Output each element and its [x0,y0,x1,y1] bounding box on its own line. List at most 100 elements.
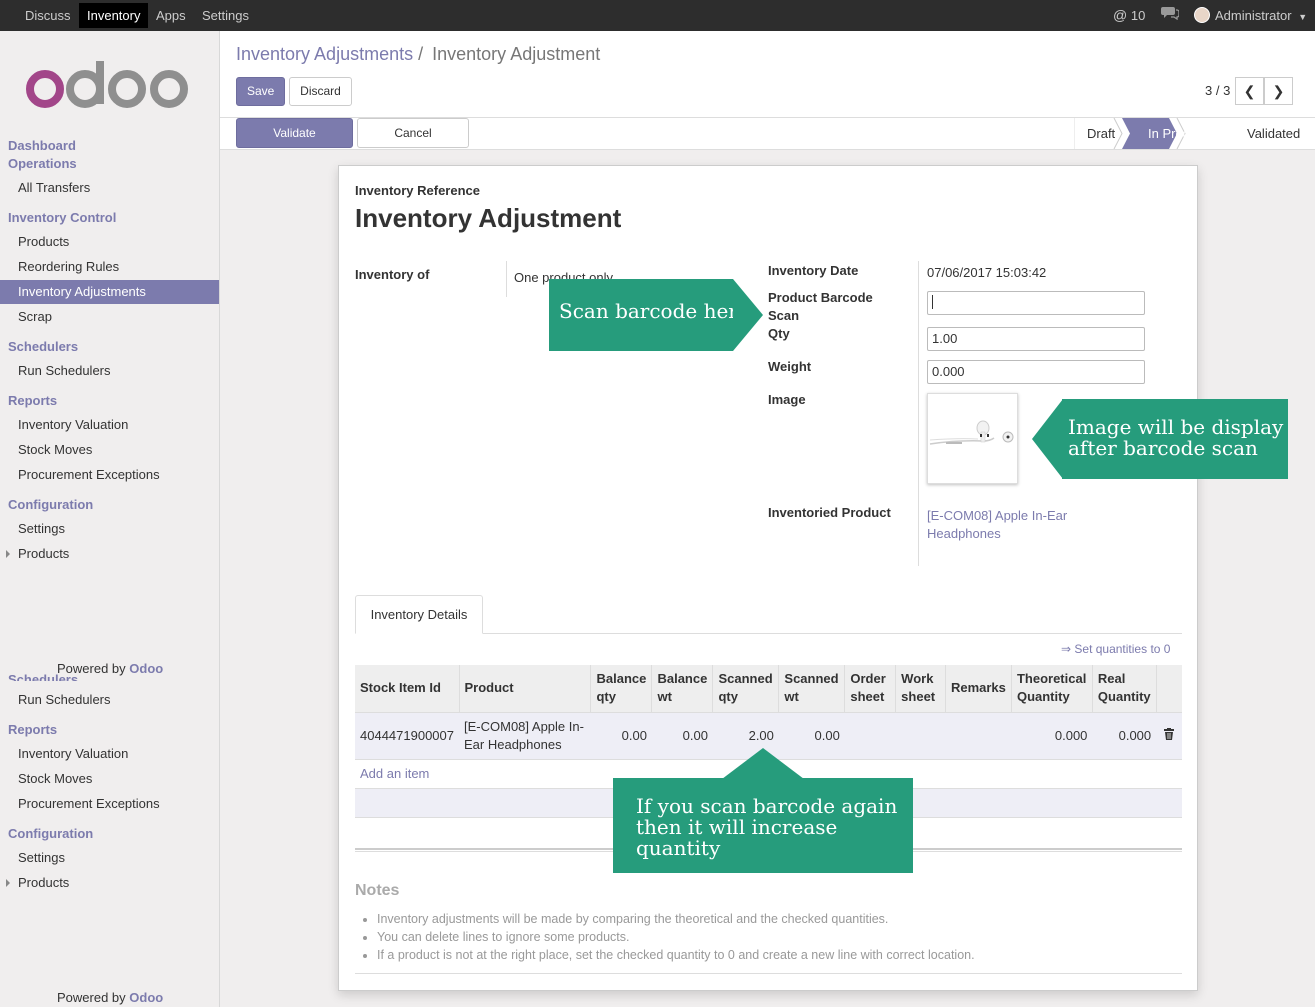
col-scanned-wt[interactable]: Scanned wt [778,665,845,712]
sidebar-item-settings-2[interactable]: Settings [0,846,219,870]
sidebar-item-config-products[interactable]: Products [0,542,219,566]
odoo-logo[interactable] [26,61,194,114]
caret-down-icon: ▼ [1298,12,1308,22]
menu-discuss[interactable]: Discuss [17,3,79,28]
cell-stock-item-id: 4044471900007 [355,711,459,759]
col-work-sheet[interactable]: Work sheet [895,665,946,712]
sidebar-heading-configuration-2: Configuration [8,826,94,841]
sidebar-item-settings[interactable]: Settings [0,517,219,541]
cancel-inventory-button[interactable]: Cancel Inventory [357,118,469,168]
sidebar-heading-configuration: Configuration [8,497,94,512]
add-item-link[interactable]: Add an item [360,766,429,781]
menu-settings[interactable]: Settings [194,3,257,28]
sidebar-heading-dashboard[interactable]: Dashboard [8,138,76,153]
notes-list: Inventory adjustments will be made by co… [377,910,975,964]
sidebar-item-inventory-valuation[interactable]: Inventory Valuation [0,413,219,437]
col-balance-wt[interactable]: Balance wt [651,665,713,712]
user-menu[interactable]: Administrator ▼ [1194,0,1307,31]
sidebar-item-run-schedulers-2[interactable]: Run Schedulers [0,688,219,712]
weight-input[interactable]: 0.000 [927,360,1145,384]
sidebar-heading-operations: Operations [8,156,77,171]
sidebar-item-stock-moves[interactable]: Stock Moves [0,438,219,462]
col-scanned-qty[interactable]: Scanned qty [712,665,779,712]
barcode-label: Product Barcode [768,290,873,305]
sidebar-item-stock-moves-2[interactable]: Stock Moves [0,767,219,791]
stage-validated[interactable]: Validated [1247,118,1300,149]
inventoried-product-link[interactable]: [E-COM08] Apple In-Ear Headphones [927,507,1067,543]
cell-theoretical-quantity: 0.000 [1011,711,1093,759]
col-real-quantity[interactable]: Real Quantity [1091,665,1157,712]
callout-arrow-right [733,279,763,351]
sidebar-heading-schedulers: Schedulers [8,339,79,354]
stage-in-progress[interactable]: In Progress [1148,118,1214,149]
sidebar-item-reordering-rules[interactable]: Reordering Rules [0,255,219,279]
chevron-left-icon: ❮ [1243,83,1256,99]
breadcrumb-separator: / [418,44,424,64]
sidebar-item-inventory-adjustments[interactable]: Inventory Adjustments [0,280,219,304]
at-icon: @ [1113,7,1128,23]
discard-button[interactable]: Discard [289,77,352,106]
qty-input[interactable]: 1.00 [927,327,1145,351]
statusbar: Validate Inventory Cancel Inventory Draf… [220,118,1315,168]
set-quantities-link[interactable]: ⇒ Set quantities to 0 [1061,642,1170,656]
callout-scan-again: If you scan barcode again then it will in… [613,778,913,873]
sidebar-item-procurement-exceptions[interactable]: Procurement Exceptions [0,463,219,487]
sidebar-item-scrap[interactable]: Scrap [0,305,219,329]
col-remarks[interactable]: Remarks [944,665,1012,712]
powered-brand[interactable]: Odoo [129,661,163,676]
divider [506,261,507,297]
sidebar-item-products[interactable]: Products [0,230,219,254]
col-order-sheet[interactable]: Order sheet [844,665,896,712]
sidebar-heading-inventory-control: Inventory Control [8,210,117,225]
control-panel: Inventory Adjustments / Inventory Adjust… [220,31,1315,118]
col-actions [1155,665,1182,712]
pager-previous-button[interactable]: ❮ [1235,77,1264,105]
callout-scan: Scan barcode here [549,279,750,351]
barcode-input[interactable] [927,291,1145,315]
pager-value: 3 / 3 [1205,83,1231,98]
delete-row-button[interactable] [1156,711,1182,759]
note-item: Inventory adjustments will be made by co… [377,910,975,928]
top-navbar: Discuss Inventory Apps Settings @ 10 Adm… [0,0,1315,31]
breadcrumb-parent[interactable]: Inventory Adjustments [236,44,413,64]
stage-draft[interactable]: Draft [1087,118,1115,149]
cell-real-quantity: 0.000 [1092,711,1157,759]
inventory-date-value[interactable]: 07/06/2017 15:03:42 [927,265,1046,280]
inventory-date-label: Inventory Date [768,263,859,278]
validate-inventory-button[interactable]: Validate Inventory [236,118,353,168]
col-theoretical-quantity[interactable]: Theoretical Quantity [1010,665,1093,712]
notes-heading: Notes [355,882,400,899]
sidebar-item-inventory-valuation-2[interactable]: Inventory Valuation [0,742,219,766]
caret-right-icon [6,879,10,887]
cell-balance-wt: 0.00 [651,711,713,759]
menu-apps[interactable]: Apps [148,3,194,28]
sidebar-item-all-transfers[interactable]: All Transfers [0,176,219,200]
powered-brand-2[interactable]: Odoo [129,990,163,1005]
col-balance-qty[interactable]: Balance qty [590,665,652,712]
inventory-of-label: Inventory of [355,267,430,282]
divider [918,261,919,566]
callout-arrow-up [722,748,804,779]
breadcrumb: Inventory Adjustments / Inventory Adjust… [236,44,600,65]
sidebar-item-config-products-2[interactable]: Products [0,871,219,895]
col-product[interactable]: Product [458,665,591,712]
inventoried-product-label: Inventoried Product [768,505,891,520]
messages-count: 10 [1130,8,1146,23]
sidebar-heading-reports-2: Reports [8,722,58,737]
sidebar-item-run-schedulers[interactable]: Run Schedulers [0,359,219,383]
menu-inventory[interactable]: Inventory [79,3,149,28]
cell-remarks [945,711,1012,759]
user-name: Administrator [1215,8,1292,23]
save-button[interactable]: Save [236,77,285,106]
cell-product: [E-COM08] Apple In- Ear Headphones [459,711,591,759]
pager-next-button[interactable]: ❯ [1264,77,1293,105]
powered-by: Powered by Odoo [57,661,164,676]
col-stock-item-id[interactable]: Stock Item Id [355,665,459,712]
tab-inventory-details[interactable]: Inventory Details [355,595,483,634]
product-image[interactable] [927,393,1018,484]
sidebar-item-procurement-exceptions-2[interactable]: Procurement Exceptions [0,792,219,816]
messages-button[interactable]: @ 10 [1113,0,1145,31]
chat-icon[interactable] [1161,0,1180,31]
sidebar: Dashboard Operations All Transfers Inven… [0,31,220,1007]
avatar [1194,7,1210,23]
